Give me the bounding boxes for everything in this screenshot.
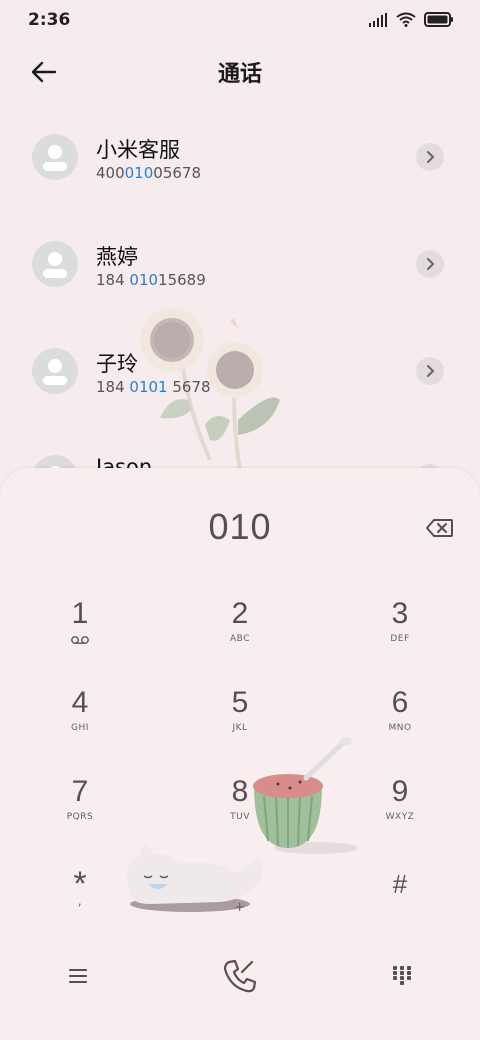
chevron-right-icon (427, 151, 435, 163)
contact-detail-button[interactable] (416, 250, 444, 278)
menu-icon (69, 969, 87, 983)
contact-detail-button[interactable] (416, 143, 444, 171)
key-letters: ABC (230, 634, 250, 644)
key-digit: 5 (231, 686, 249, 719)
menu-button[interactable] (60, 958, 96, 994)
phone-icon (223, 959, 257, 993)
person-icon (43, 359, 67, 385)
key-digit: 1 (71, 597, 89, 630)
bottom-bar (0, 944, 480, 1004)
key-letters: GHI (71, 723, 89, 733)
avatar (32, 348, 78, 394)
call-button[interactable] (216, 952, 264, 1000)
contact-number: 40001005678 (96, 164, 201, 182)
contact-row[interactable]: 小米客服 40001005678 (0, 110, 480, 206)
key-letters: MNO (388, 723, 412, 733)
key-digit: 7 (71, 775, 89, 808)
key-2[interactable]: 2 ABC (180, 598, 300, 678)
key-digit: 2 (231, 597, 249, 630)
contact-number: 184 01015689 (96, 271, 206, 289)
battery-icon (424, 12, 453, 27)
keypad-toggle-button[interactable] (384, 958, 420, 994)
contact-name: 燕婷 (96, 245, 138, 269)
key-digit: # (392, 869, 408, 899)
page-title: 通话 (217, 62, 262, 87)
contact-list: 小米客服 40001005678 燕婷 184 01015689 子玲 184 … (0, 110, 480, 470)
chevron-right-icon (427, 365, 435, 377)
person-icon (43, 252, 67, 278)
status-bar: 2:36 (0, 0, 480, 40)
keypad-icon (393, 966, 411, 985)
key-digit: 4 (71, 686, 89, 719)
avatar (32, 134, 78, 180)
person-icon (43, 145, 67, 171)
avatar (32, 241, 78, 287)
key-digit: 3 (391, 597, 409, 630)
contact-name: 子玲 (96, 352, 138, 376)
signal-icon (369, 12, 387, 27)
contact-row[interactable]: 子玲 184 0101 5678 (0, 324, 480, 420)
contact-number: 184 0101 5678 (96, 378, 211, 396)
key-letters: DEF (390, 634, 410, 644)
key-hash[interactable]: # (340, 868, 460, 948)
contact-row[interactable]: 燕婷 184 01015689 (0, 217, 480, 313)
backspace-button[interactable] (424, 516, 456, 540)
voicemail-icon (71, 636, 89, 644)
contact-name: 小米客服 (96, 138, 180, 162)
status-time: 2:36 (28, 10, 71, 30)
cat-illustration (126, 842, 264, 912)
key-digit: 6 (391, 686, 409, 719)
dial-input-display[interactable]: 010 (0, 506, 480, 548)
chevron-right-icon (427, 258, 435, 270)
contact-detail-button[interactable] (416, 357, 444, 385)
key-4[interactable]: 4 GHI (20, 687, 140, 767)
key-1[interactable]: 1 (20, 598, 140, 678)
wifi-icon (396, 12, 416, 27)
key-letters: JKL (232, 723, 248, 733)
key-3[interactable]: 3 DEF (340, 598, 460, 678)
key-letters: PQRS (66, 812, 94, 822)
backspace-icon (426, 519, 453, 537)
app-header: 通话 (0, 44, 480, 100)
contact-row[interactable]: Jason (0, 431, 480, 470)
status-icons (368, 12, 454, 27)
